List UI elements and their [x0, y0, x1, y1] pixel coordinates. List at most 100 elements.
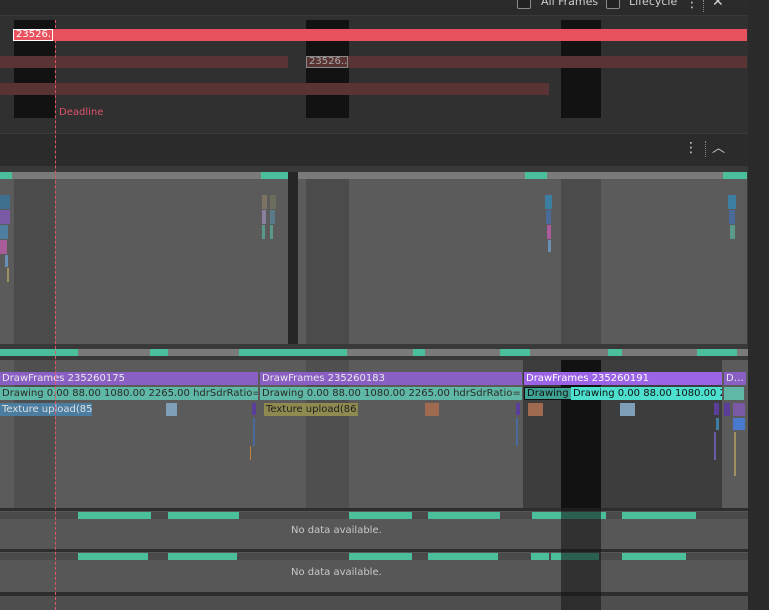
drawing-slice[interactable] [724, 387, 744, 400]
slice[interactable] [729, 210, 735, 224]
slice[interactable] [0, 195, 10, 209]
slice[interactable] [546, 210, 551, 224]
texture-upload-slice[interactable]: Texture upload(85… [0, 403, 92, 416]
activity-slice[interactable] [0, 172, 12, 179]
frame-bar-expected[interactable]: 23526… [13, 29, 747, 41]
slice[interactable] [270, 195, 276, 209]
activity-slice[interactable] [531, 553, 549, 560]
activity-slice[interactable] [349, 553, 412, 560]
toolbar-divider [703, 0, 705, 12]
chevron-up-icon[interactable]: ︿ [712, 142, 725, 156]
slice[interactable] [528, 403, 543, 416]
activity-slice[interactable] [78, 512, 151, 519]
vsync-shade [561, 172, 601, 344]
slice[interactable] [250, 446, 251, 460]
slice[interactable] [734, 432, 736, 476]
slice[interactable] [733, 403, 745, 416]
slice[interactable] [516, 418, 518, 446]
header-divider [705, 141, 707, 157]
activity-strip [0, 349, 748, 356]
lifecycle-label: Lifecycle [629, 0, 678, 8]
activity-slice[interactable] [723, 172, 747, 179]
no-data-label: No data available. [291, 525, 382, 536]
all-frames-label: All Frames [541, 0, 599, 8]
slice[interactable] [252, 403, 256, 415]
slice[interactable] [716, 418, 719, 430]
close-icon[interactable]: ✕ [712, 0, 724, 9]
activity-slice[interactable] [428, 512, 500, 519]
slice[interactable] [714, 403, 719, 415]
slice[interactable] [262, 195, 267, 209]
slice[interactable] [262, 225, 265, 239]
drawframes-slice-selected[interactable]: DrawFrames 235260191 [524, 372, 722, 385]
activity-slice[interactable] [239, 349, 347, 356]
activity-slice[interactable] [622, 512, 696, 519]
drawing-slice-selected[interactable]: Drawing [524, 387, 574, 400]
drawing-slice[interactable]: Drawing 0.00 88.00 1080.00 2265.00 hdrSd… [260, 387, 522, 400]
slice[interactable] [262, 210, 266, 224]
vsync-column [561, 508, 601, 610]
slice[interactable] [166, 403, 177, 416]
process-section-header[interactable] [0, 133, 748, 167]
activity-slice[interactable] [261, 172, 289, 179]
slice[interactable] [620, 403, 635, 416]
activity-slice[interactable] [168, 512, 239, 519]
frame-bar[interactable] [0, 83, 549, 95]
activity-slice[interactable] [168, 553, 237, 560]
activity-slice[interactable] [78, 553, 148, 560]
thread-block [298, 172, 747, 344]
slice[interactable] [733, 418, 745, 430]
slice[interactable] [253, 418, 255, 446]
activity-strip [298, 172, 747, 179]
activity-slice[interactable] [608, 349, 622, 356]
slice[interactable] [5, 255, 8, 267]
drawframes-slice[interactable]: D… [724, 372, 746, 385]
slice[interactable] [0, 210, 10, 224]
activity-slice[interactable] [428, 553, 498, 560]
drawframes-slice[interactable]: DrawFrames 235260183 [260, 372, 522, 385]
frame-bar[interactable] [0, 56, 288, 68]
kebab-icon[interactable]: ⋮ [685, 0, 699, 10]
slice[interactable] [0, 240, 7, 254]
deadline-marker [55, 20, 56, 610]
scroll-gutter [748, 0, 769, 610]
slice[interactable] [7, 268, 9, 282]
activity-slice[interactable] [525, 172, 547, 179]
thread-gap [288, 172, 298, 344]
drawing-slice[interactable]: Drawing 0.00 88.00 1080.00 2265.00 hdrSd… [0, 387, 258, 400]
vsync-shade [306, 172, 349, 344]
slice[interactable] [545, 195, 552, 209]
activity-slice[interactable] [0, 349, 78, 356]
no-data-label: No data available. [291, 567, 382, 578]
frame-bar-label: 23526… [13, 29, 53, 41]
activity-slice[interactable] [413, 349, 425, 356]
frame-bar-label: 23526… [306, 56, 348, 68]
frame-bar[interactable]: 23526… [306, 56, 747, 68]
vsync-shade [14, 172, 55, 344]
all-frames-checkbox[interactable] [517, 0, 531, 9]
kebab-icon[interactable]: ⋮ [684, 141, 698, 155]
deadline-label: Deadline [59, 107, 104, 118]
activity-strip [0, 172, 288, 179]
drawframes-slice[interactable]: DrawFrames 235260175 [0, 372, 258, 385]
track [0, 596, 748, 610]
texture-upload-slice[interactable]: Texture upload(86… [264, 403, 358, 416]
slice[interactable] [730, 225, 735, 239]
slice[interactable] [516, 403, 520, 415]
slice[interactable] [425, 403, 439, 416]
slice[interactable] [724, 403, 730, 416]
activity-slice[interactable] [349, 512, 412, 519]
activity-slice[interactable] [500, 349, 530, 356]
lifecycle-checkbox[interactable] [606, 0, 620, 9]
activity-slice[interactable] [150, 349, 168, 356]
slice[interactable] [270, 225, 273, 239]
slice[interactable] [548, 240, 551, 252]
slice[interactable] [547, 225, 551, 239]
slice[interactable] [0, 225, 8, 239]
slice[interactable] [728, 195, 736, 209]
activity-slice[interactable] [697, 349, 737, 356]
drawing-slice-values[interactable]: Drawing 0.00 88.00 1080.00 2265.00 … [571, 387, 722, 400]
slice[interactable] [714, 432, 716, 460]
slice[interactable] [270, 210, 275, 224]
activity-slice[interactable] [622, 553, 686, 560]
